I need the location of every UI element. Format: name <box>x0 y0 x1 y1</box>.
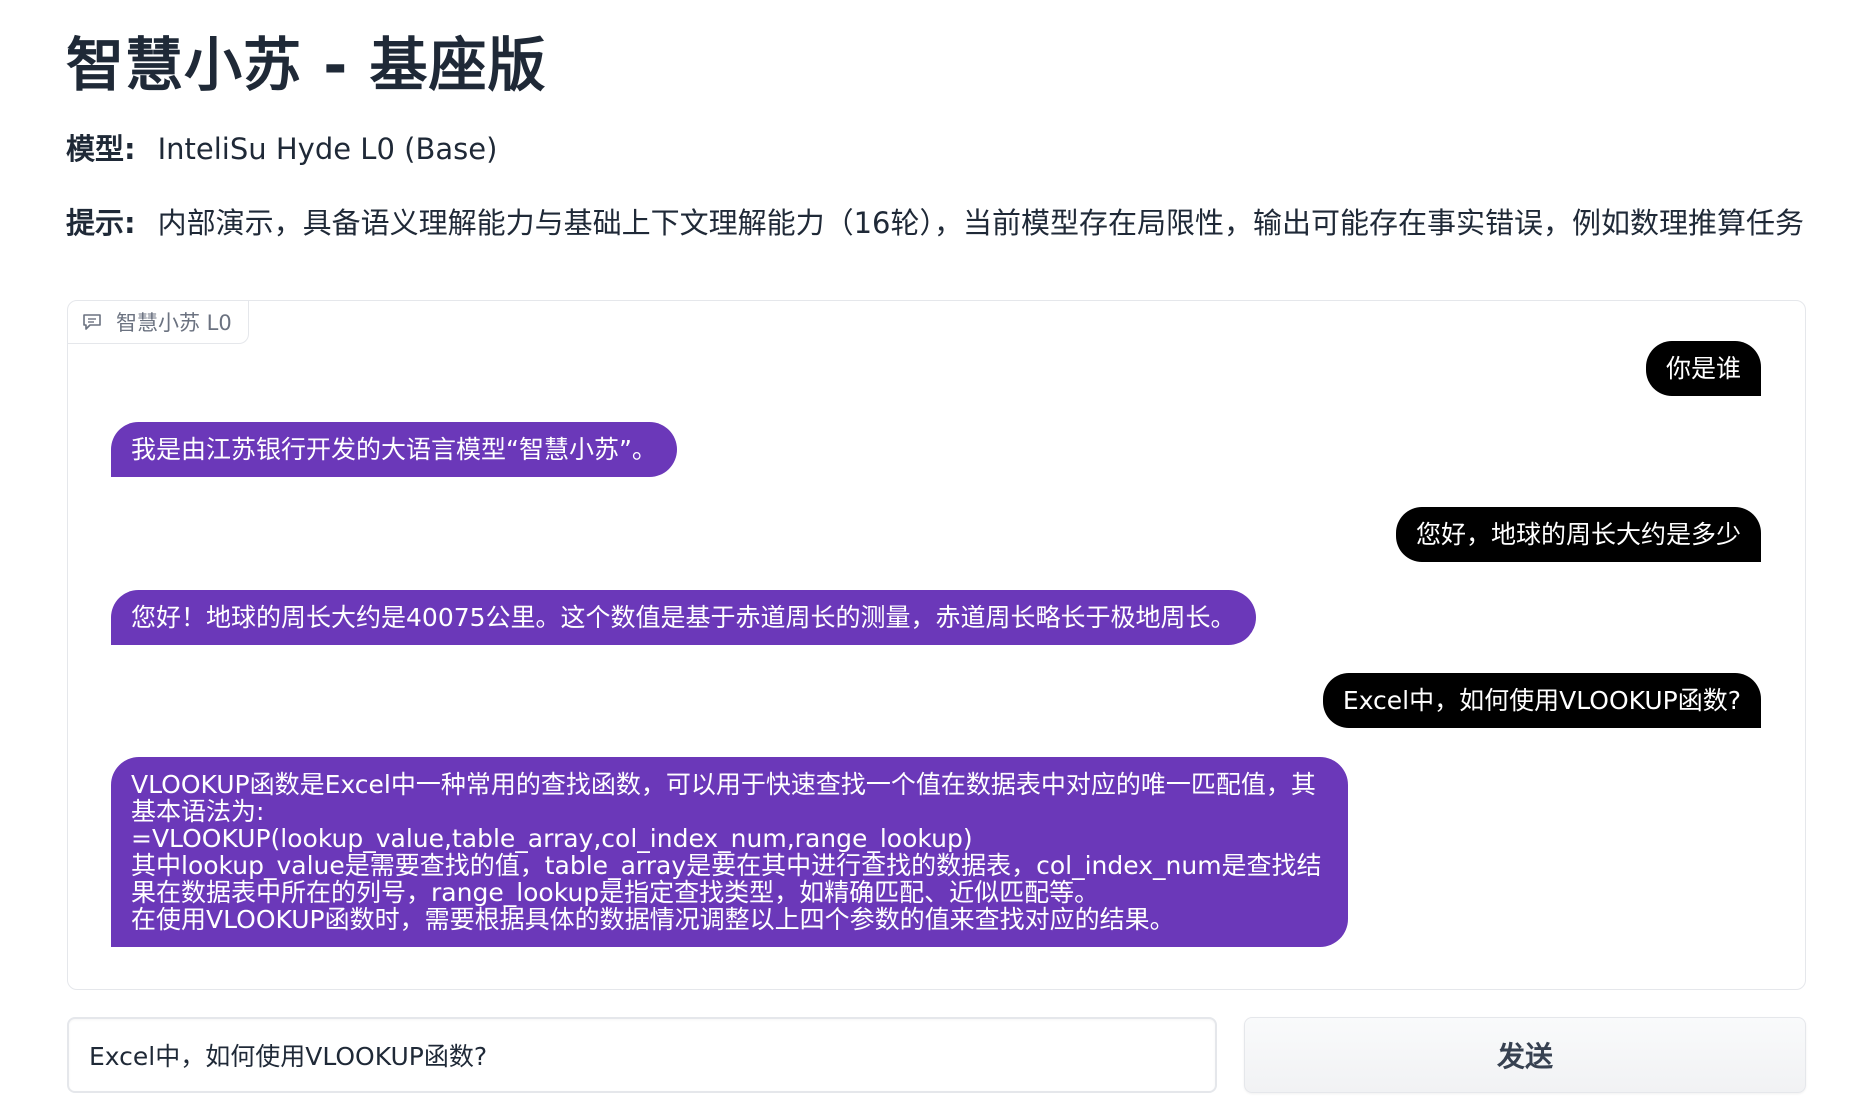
chat-tab: 智慧小苏 L0 <box>68 301 249 344</box>
bot-message: VLOOKUP函数是Excel中一种常用的查找函数，可以用于快速查找一个值在数据… <box>111 757 1348 947</box>
page-title: 智慧小苏 - 基座版 <box>66 31 547 99</box>
model-info: 模型: InteliSu Hyde L0 (Base) <box>66 126 497 168</box>
chat-window[interactable]: 智慧小苏 L0 你是谁 我是由江苏银行开发的大语言模型“智慧小苏”。 您好，地球… <box>67 300 1806 990</box>
chat-tab-label: 智慧小苏 L0 <box>116 311 232 335</box>
message-input[interactable] <box>67 1017 1217 1093</box>
chat-bubble-icon <box>82 313 102 331</box>
model-value: InteliSu Hyde L0 (Base) <box>157 132 498 166</box>
message-text: 我是由江苏银行开发的大语言模型“智慧小苏”。 <box>131 435 657 464</box>
hint-value: 内部演示，具备语义理解能力与基础上下文理解能力（16轮），当前模型存在局限性，输… <box>157 206 1805 240</box>
message-text-line: 在使用VLOOKUP函数时，需要根据具体的数据情况调整以上四个参数的值来查找对应… <box>131 905 1175 934</box>
message-text: 您好！地球的周长大约是40075公里。这个数值是基于赤道周长的测量，赤道周长略长… <box>131 603 1236 632</box>
send-button[interactable]: 发送 <box>1244 1017 1806 1093</box>
message-text-line: =VLOOKUP(lookup_value,table_array,col_in… <box>131 824 973 853</box>
message-text: 您好，地球的周长大约是多少 <box>1415 520 1741 549</box>
page: 智慧小苏 - 基座版 模型: InteliSu Hyde L0 (Base) 提示… <box>0 0 1858 1120</box>
message-text-line: 其中lookup_value是需要查找的值，table_array是要在其中进行… <box>131 851 1322 907</box>
message-text: Excel中，如何使用VLOOKUP函数? <box>1342 686 1741 715</box>
bot-message: 您好！地球的周长大约是40075公里。这个数值是基于赤道周长的测量，赤道周长略长… <box>111 590 1256 645</box>
user-message: Excel中，如何使用VLOOKUP函数? <box>1322 673 1761 728</box>
hint-info: 提示: 内部演示，具备语义理解能力与基础上下文理解能力（16轮），当前模型存在局限… <box>66 200 1804 242</box>
bot-message: 我是由江苏银行开发的大语言模型“智慧小苏”。 <box>111 422 677 477</box>
user-message: 你是谁 <box>1645 341 1761 396</box>
message-text-line: VLOOKUP函数是Excel中一种常用的查找函数，可以用于快速查找一个值在数据… <box>131 770 1316 826</box>
user-message: 您好，地球的周长大约是多少 <box>1395 507 1761 562</box>
hint-label: 提示: <box>66 206 136 240</box>
model-label: 模型: <box>66 132 136 166</box>
message-text: 你是谁 <box>1665 354 1741 383</box>
